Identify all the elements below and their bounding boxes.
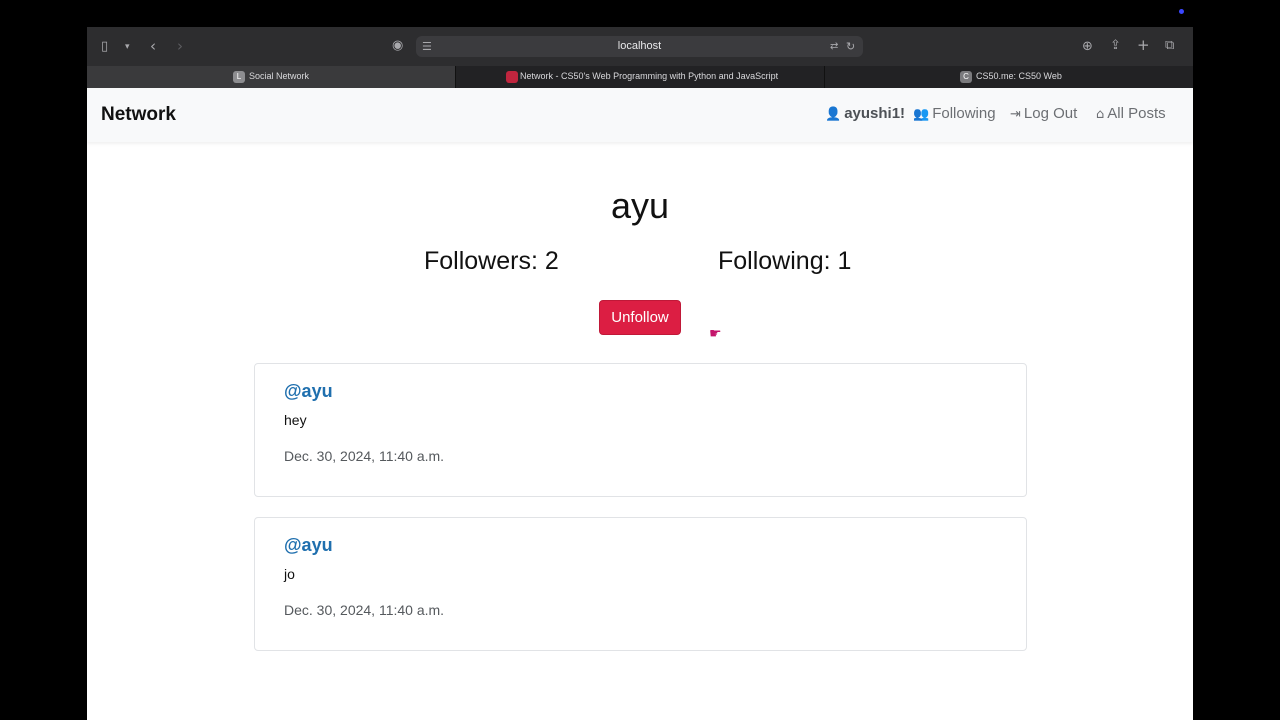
tabs-icon[interactable]: ⧉ (1165, 39, 1174, 53)
chevron-right-icon[interactable]: › (177, 39, 183, 54)
nav-following-link[interactable]: 👥 Following (913, 105, 996, 122)
plus-icon[interactable]: + (1137, 38, 1150, 53)
post-author-link[interactable]: @ayu (284, 381, 333, 402)
nav-all-posts-link[interactable]: ⌂ All Posts (1096, 105, 1166, 122)
browser-toolbar: ▯ ▾ ‹ › ◉ ☰ localhost ⇄ ↻ ⊕ ⇪ + ⧉ (87, 27, 1193, 66)
pointer-cursor-icon: ☛ (709, 326, 722, 342)
nav-following-label: Following (932, 105, 996, 122)
nav-user-label: ayushi1! (844, 105, 906, 122)
translate-icon[interactable]: ⇄ (830, 40, 838, 54)
post-timestamp: Dec. 30, 2024, 11:40 a.m. (284, 602, 445, 618)
download-icon[interactable]: ⊕ (1082, 40, 1093, 54)
nav-user-link[interactable]: 👤 ayushi1! (825, 105, 905, 122)
tab-label: Social Network (249, 71, 310, 81)
sidebar-icon[interactable]: ▯ (101, 40, 108, 54)
tab-label: Network - CS50's Web Programming with Py… (520, 71, 779, 81)
nav-logout-link[interactable]: ⇥ Log Out (1010, 105, 1077, 122)
followers-count: Followers: 2 (424, 247, 559, 275)
tab-cs50-network[interactable]: Network - CS50's Web Programming with Py… (456, 66, 824, 88)
sign-out-icon: ⇥ (1010, 107, 1021, 122)
tab-cs50-me[interactable]: C CS50.me: CS50 Web (825, 66, 1193, 88)
reload-icon[interactable]: ↻ (846, 40, 855, 54)
unfollow-button[interactable]: Unfollow (599, 300, 681, 335)
tab-favicon: L (233, 71, 245, 83)
post-author-link[interactable]: @ayu (284, 535, 333, 556)
post-card: @ayu jo Dec. 30, 2024, 11:40 a.m. (254, 517, 1027, 651)
site-navbar: Network 👤 ayushi1! 👥 Following ⇥ Log Out ⌂ A… (87, 88, 1193, 142)
browser-window: ▯ ▾ ‹ › ◉ ☰ localhost ⇄ ↻ ⊕ ⇪ + ⧉ ✕ L So… (87, 27, 1193, 720)
user-icon: 👤 (825, 107, 842, 122)
following-count: Following: 1 (718, 247, 852, 275)
home-icon: ⌂ (1096, 107, 1105, 122)
chevron-down-icon[interactable]: ▾ (125, 40, 130, 54)
tab-favicon-icon (506, 71, 518, 83)
share-icon[interactable]: ⇪ (1110, 39, 1121, 53)
address-bar[interactable]: ☰ localhost ⇄ ↻ (416, 36, 863, 57)
tab-favicon: C (960, 71, 972, 83)
url-text: localhost (617, 40, 662, 52)
tab-bar: ✕ L Social Network Network - CS50's Web … (87, 66, 1193, 88)
tab-label: CS50.me: CS50 Web (976, 71, 1062, 81)
brand-link[interactable]: Network (101, 104, 176, 126)
tab-social-network[interactable]: L Social Network (87, 66, 455, 88)
recording-indicator (1179, 9, 1184, 14)
post-timestamp: Dec. 30, 2024, 11:40 a.m. (284, 448, 445, 464)
users-icon: 👥 (913, 107, 930, 122)
post-body: jo (284, 566, 295, 582)
nav-all-posts-label: All Posts (1107, 105, 1166, 122)
profile-username: ayu (610, 185, 670, 226)
nav-logout-label: Log Out (1023, 105, 1078, 122)
post-card: @ayu hey Dec. 30, 2024, 11:40 a.m. (254, 363, 1027, 497)
chevron-left-icon[interactable]: ‹ (150, 39, 156, 54)
extension-icon[interactable]: ◉ (392, 39, 403, 53)
post-body: hey (284, 412, 307, 428)
